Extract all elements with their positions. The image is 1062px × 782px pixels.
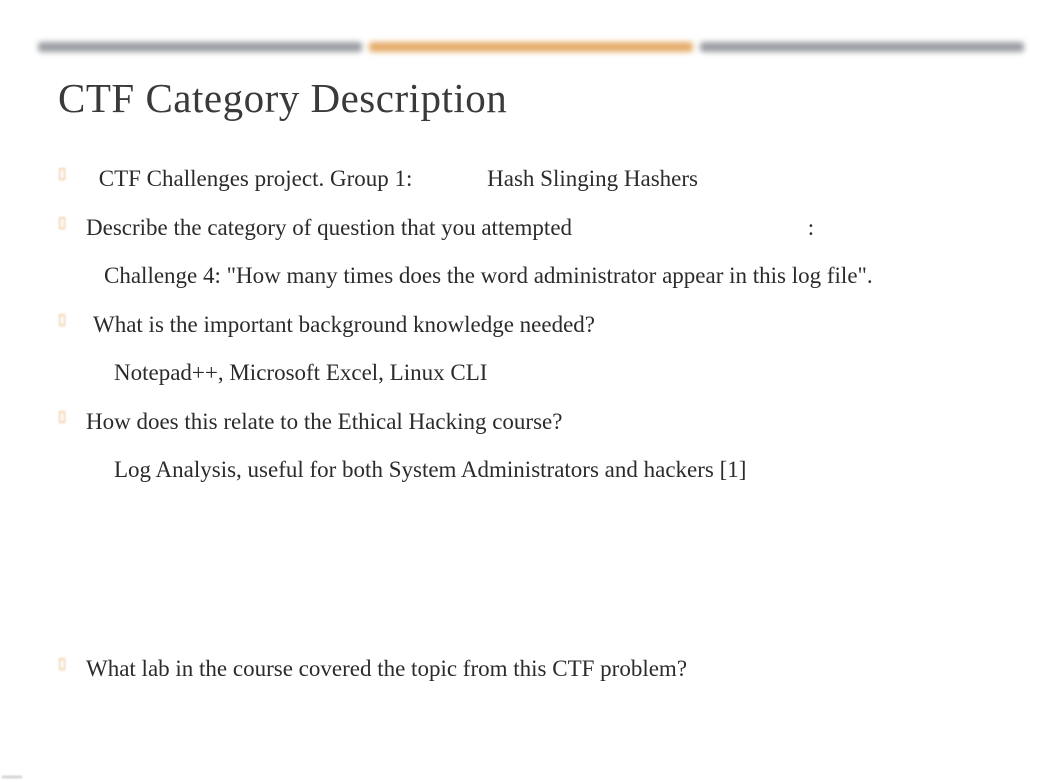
spacer xyxy=(58,502,1004,652)
item-text: Describe the category of question that y… xyxy=(86,211,814,246)
bullet-icon: ▯ xyxy=(58,407,68,425)
decorative-top-bars xyxy=(0,0,1062,52)
bar-segment-gray-left xyxy=(38,42,362,52)
page-title: CTF Category Description xyxy=(58,74,1004,122)
bar-segment-orange-middle xyxy=(369,42,693,52)
sub-item-text: Challenge 4: "How many times does the wo… xyxy=(58,259,1004,294)
item-text: What lab in the course covered the topic… xyxy=(86,652,687,687)
list-item: ▯ What lab in the course covered the top… xyxy=(58,652,1004,687)
bar-segment-gray-right xyxy=(700,42,1024,52)
list-item: ▯ CTF Challenges project. Group 1: Hash … xyxy=(58,162,1004,197)
list-item: ▯ What is the important background knowl… xyxy=(58,308,1004,343)
item-text: How does this relate to the Ethical Hack… xyxy=(86,405,562,440)
bullet-icon: ▯ xyxy=(58,654,68,672)
document-content: CTF Category Description ▯ CTF Challenge… xyxy=(0,52,1062,686)
item-text: CTF Challenges project. Group 1: Hash Sl… xyxy=(86,162,698,197)
bullet-icon: ▯ xyxy=(58,164,68,182)
item-text: What is the important background knowled… xyxy=(86,308,595,343)
list-item: ▯ How does this relate to the Ethical Ha… xyxy=(58,405,1004,440)
decorative-corner-mark xyxy=(2,776,22,778)
sub-item-text: Log Analysis, useful for both System Adm… xyxy=(58,453,1004,488)
list-item: ▯ Describe the category of question that… xyxy=(58,211,1004,246)
bullet-icon: ▯ xyxy=(58,310,68,328)
bullet-icon: ▯ xyxy=(58,213,68,231)
sub-item-text: Notepad++, Microsoft Excel, Linux CLI xyxy=(58,356,1004,391)
